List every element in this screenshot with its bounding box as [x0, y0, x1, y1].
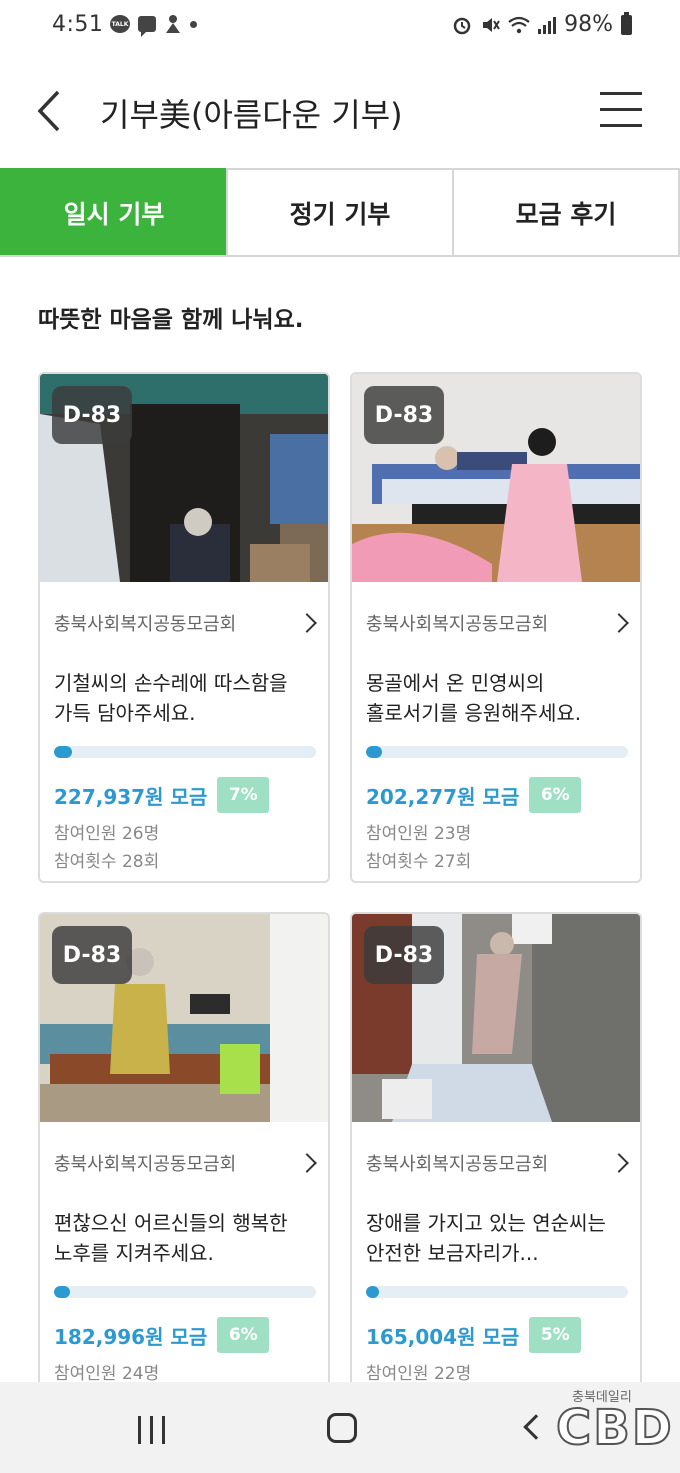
app-bar: 기부美(아름다운 기부) — [0, 56, 680, 168]
organization-name: 충북사회복지공동모금회 — [54, 614, 237, 635]
alarm-icon — [452, 15, 472, 35]
amount-row: 227,937원 모금 7% — [54, 777, 270, 813]
wifi-icon — [508, 15, 530, 35]
watermark-logo: 충북데일리 CBD — [555, 1386, 673, 1457]
hamburger-icon — [600, 92, 642, 95]
progress-fill — [54, 746, 73, 758]
donation-card[interactable]: D-83 충북사회복지공동모금회 기철씨의 손수레에 따스함을 가득 담아주세요… — [38, 372, 330, 883]
campaign-photo: D-83 — [352, 914, 640, 1122]
recent-apps-icon — [138, 1416, 141, 1444]
d-day-badge: D-83 — [52, 926, 132, 984]
chevron-right-icon — [297, 613, 317, 633]
campaign-description: 몽골에서 온 민영씨의 홀로서기를 응원해주세요. — [366, 671, 582, 725]
amount-row: 182,996원 모금 6% — [54, 1317, 270, 1353]
d-day-badge: D-83 — [52, 386, 132, 444]
raised-amount: 227,937원 모금 — [54, 784, 208, 809]
watermark-mark: CBD — [555, 1399, 674, 1457]
participants-count: 참여인원 26명 — [54, 824, 160, 844]
d-day-badge: D-83 — [364, 386, 444, 444]
recent-apps-button[interactable] — [138, 1416, 166, 1444]
progress-bar — [366, 746, 628, 758]
participants-count: 참여인원 24명 — [54, 1364, 160, 1384]
battery-percent: 98% — [564, 12, 613, 37]
participation-times: 참여횟수 28회 — [54, 852, 160, 872]
chevron-right-icon — [297, 1153, 317, 1173]
status-time: 4:51 — [52, 12, 104, 37]
percent-badge: 6% — [529, 777, 582, 813]
signal-icon — [536, 15, 557, 35]
campaign-description: 편찮으신 어르신들의 행복한 노후를 지켜주세요. — [54, 1211, 288, 1265]
campaign-photo: D-83 — [40, 914, 328, 1122]
amount-row: 165,004원 모금 5% — [366, 1317, 582, 1353]
tab-fundraising-review[interactable]: 모금 후기 — [452, 168, 680, 255]
participation-times: 참여횟수 27회 — [366, 852, 472, 872]
organization-name: 충북사회복지공동모금회 — [54, 1154, 237, 1175]
battery-icon — [621, 11, 632, 35]
message-icon — [138, 16, 156, 37]
section-heading: 따뜻한 마음을 함께 나눠요. — [38, 307, 304, 333]
arrow-left-icon — [37, 90, 60, 132]
more-notifications-dot — [190, 20, 197, 28]
back-button[interactable] — [30, 86, 70, 136]
participants-count: 참여인원 23명 — [366, 824, 472, 844]
organization-link[interactable]: 충북사회복지공동모금회 — [366, 1150, 632, 1176]
home-button[interactable] — [327, 1413, 357, 1443]
tab-regular-donation[interactable]: 정기 기부 — [226, 168, 452, 255]
percent-badge: 6% — [217, 1317, 270, 1353]
participants-count: 참여인원 22명 — [366, 1364, 472, 1384]
organization-link[interactable]: 충북사회복지공동모금회 — [54, 1150, 320, 1176]
campaign-photo: D-83 — [352, 374, 640, 582]
percent-badge: 7% — [217, 777, 270, 813]
tab-bar: 일시 기부 정기 기부 모금 후기 — [0, 168, 680, 257]
tab-one-time-donation[interactable]: 일시 기부 — [0, 168, 226, 255]
amount-row: 202,277원 모금 6% — [366, 777, 582, 813]
system-back-button[interactable] — [523, 1414, 549, 1440]
donation-card[interactable]: D-83 충북사회복지공동모금회 몽골에서 온 민영씨의 홀로서기를 응원해주세… — [350, 372, 642, 883]
status-system-icons: 98% — [452, 11, 632, 37]
organization-link[interactable]: 충북사회복지공동모금회 — [366, 610, 632, 636]
donation-card[interactable]: D-83 충북사회복지공동모금회 편찮으신 어르신들의 행복한 노후를 지켜주세… — [38, 912, 330, 1392]
kakaotalk-icon: TALK — [110, 15, 130, 33]
progress-fill — [366, 746, 382, 758]
chevron-right-icon — [609, 613, 629, 633]
campaign-photo: D-83 — [40, 374, 328, 582]
status-bar: 4:51 TALK 98% — [0, 0, 680, 56]
raised-amount: 202,277원 모금 — [366, 784, 520, 809]
raised-amount: 165,004원 모금 — [366, 1324, 520, 1349]
mute-icon — [480, 15, 500, 35]
page-title: 기부美(아름다운 기부) — [100, 96, 403, 134]
d-day-badge: D-83 — [364, 926, 444, 984]
progress-bar — [366, 1286, 628, 1298]
organization-name: 충북사회복지공동모금회 — [366, 1154, 549, 1175]
menu-button[interactable] — [600, 92, 642, 128]
organization-name: 충북사회복지공동모금회 — [366, 614, 549, 635]
person-icon — [164, 14, 182, 34]
campaign-description: 기철씨의 손수레에 따스함을 가득 담아주세요. — [54, 671, 288, 725]
campaign-description: 장애를 가지고 있는 연순씨는 안전한 보금자리가... — [366, 1211, 606, 1265]
status-notification-icons: TALK — [110, 14, 197, 37]
chevron-right-icon — [609, 1153, 629, 1173]
progress-bar — [54, 1286, 316, 1298]
progress-fill — [366, 1286, 380, 1298]
organization-link[interactable]: 충북사회복지공동모금회 — [54, 610, 320, 636]
progress-bar — [54, 746, 316, 758]
raised-amount: 182,996원 모금 — [54, 1324, 208, 1349]
progress-fill — [54, 1286, 70, 1298]
percent-badge: 5% — [529, 1317, 582, 1353]
donation-card[interactable]: D-83 충북사회복지공동모금회 장애를 가지고 있는 연순씨는 안전한 보금자… — [350, 912, 642, 1392]
